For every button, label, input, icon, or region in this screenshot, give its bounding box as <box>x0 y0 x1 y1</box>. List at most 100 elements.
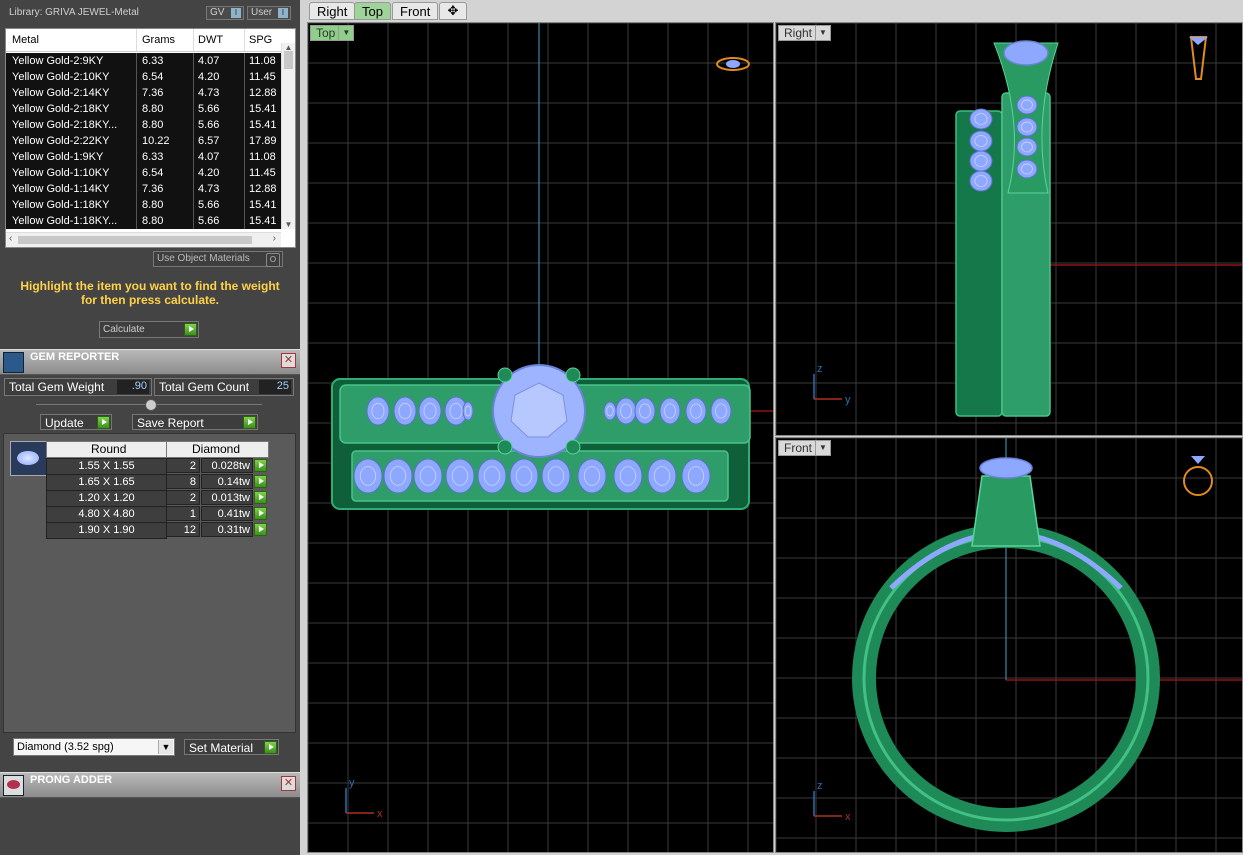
gv-toggle[interactable]: GV I <box>206 6 244 20</box>
table-row[interactable]: Yellow Gold-1:9KY 6.33 4.07 11.08 <box>6 149 281 165</box>
viewport-right[interactable]: zy Right ▼ <box>775 22 1243 436</box>
table-cell: 12.88 <box>249 183 277 195</box>
side-stone <box>1016 137 1038 157</box>
chevron-down-icon[interactable]: ▼ <box>338 26 353 40</box>
chevron-down-icon[interactable]: ▼ <box>158 740 173 754</box>
side-stone <box>418 396 442 426</box>
scroll-right-icon[interactable]: › <box>273 233 276 244</box>
gem-table: Round Diamond 1.55 X 1.55 2 0.028tw 1.65 X … <box>46 441 269 539</box>
table-cell: Yellow Gold-2:10KY <box>12 71 110 83</box>
header-dwt[interactable]: DWT <box>198 34 223 46</box>
gem-size: 1.90 X 1.90 <box>46 522 167 539</box>
gem-row-play-icon[interactable] <box>254 507 267 520</box>
save-report-button[interactable]: Save Report <box>132 414 258 430</box>
side-stone <box>969 150 993 172</box>
gem-row-play-icon[interactable] <box>254 491 267 504</box>
viewport-right-label[interactable]: Right ▼ <box>778 25 832 41</box>
material-select[interactable]: Diamond (3.52 spg) ▼ <box>13 738 175 756</box>
total-gem-weight: Total Gem Weight .90 <box>4 378 152 396</box>
prong-adder-icon <box>3 775 24 796</box>
scroll-left-icon[interactable]: ‹ <box>9 233 12 244</box>
set-material-play-icon <box>264 741 277 754</box>
save-report-label: Save Report <box>137 416 204 430</box>
gem-row-play-icon[interactable] <box>254 459 267 472</box>
chevron-down-icon[interactable]: ▼ <box>815 26 830 40</box>
gem-reporter-header[interactable]: GEM REPORTER ✕ <box>0 349 300 375</box>
hscroll-thumb[interactable] <box>18 236 252 244</box>
table-row[interactable]: Yellow Gold-2:18KY 8.80 5.66 15.41 <box>6 101 281 117</box>
side-stone <box>969 108 993 130</box>
round-diamond-icon[interactable] <box>10 441 48 476</box>
table-row[interactable]: Yellow Gold-1:18KY... 8.80 5.66 15.41 <box>6 213 281 229</box>
metal-table-vscroll[interactable]: ▲ ▼ <box>281 43 295 229</box>
table-cell: Yellow Gold-2:9KY <box>12 55 104 67</box>
table-row[interactable]: Yellow Gold-1:10KY 6.54 4.20 11.45 <box>6 165 281 181</box>
side-stone <box>615 397 637 425</box>
header-metal[interactable]: Metal <box>12 34 39 46</box>
viewport-top-label[interactable]: Top ▼ <box>310 25 355 41</box>
user-toggle[interactable]: User I <box>247 6 291 20</box>
side-stone <box>1016 117 1038 137</box>
table-row[interactable]: Yellow Gold-1:18KY 8.80 5.66 15.41 <box>6 197 281 213</box>
gem-row-play-icon[interactable] <box>254 523 267 536</box>
panel-slider-handle[interactable] <box>145 399 157 411</box>
front-view-canvas[interactable]: zx <box>776 438 1243 853</box>
prong-adder-header[interactable]: PRONG ADDER ✕ <box>0 772 300 798</box>
gem-row[interactable]: 1.55 X 1.55 2 0.028tw <box>46 458 269 475</box>
table-row[interactable]: Yellow Gold-2:9KY 6.33 4.07 11.08 <box>6 53 281 69</box>
close-icon[interactable]: ✕ <box>281 776 296 791</box>
prong <box>565 439 581 455</box>
viewport-top[interactable]: yx Top ▼ <box>307 22 774 853</box>
table-row[interactable]: Yellow Gold-2:22KY 10.22 6.57 17.89 <box>6 133 281 149</box>
table-row[interactable]: Yellow Gold-1:14KY 7.36 4.73 12.88 <box>6 181 281 197</box>
side-stone <box>366 396 390 426</box>
right-view-canvas[interactable]: zy <box>776 23 1243 436</box>
header-spg[interactable]: SPG <box>249 34 272 46</box>
add-tab-icon[interactable]: ✥ <box>439 2 467 20</box>
table-cell: Yellow Gold-1:18KY... <box>12 215 118 227</box>
user-toggle-knob: I <box>278 8 288 18</box>
gv-label: GV <box>210 7 225 18</box>
gem-row[interactable]: 1.90 X 1.90 12 0.31tw <box>46 522 269 539</box>
chevron-down-icon[interactable]: ▼ <box>815 441 830 455</box>
toggle-circle-icon: O <box>266 253 280 267</box>
tab-top[interactable]: Top <box>354 2 391 20</box>
scroll-down-icon[interactable]: ▼ <box>283 220 294 229</box>
metal-table-hscroll[interactable]: ‹ › <box>6 232 281 247</box>
set-material-button[interactable]: Set Material <box>184 739 279 755</box>
table-row[interactable]: Yellow Gold-2:10KY 6.54 4.20 11.45 <box>6 69 281 85</box>
gem-row[interactable]: 4.80 X 4.80 1 0.41tw <box>46 506 269 523</box>
table-row[interactable]: Yellow Gold-2:18KY... 8.80 5.66 15.41 <box>6 117 281 133</box>
table-cell: 4.20 <box>198 71 220 83</box>
viewport-front-label[interactable]: Front ▼ <box>778 440 832 456</box>
metal-table: Metal Grams DWT SPG Yellow Gold-2:9KY 6.3… <box>5 28 296 248</box>
update-button[interactable]: Update <box>40 414 112 430</box>
gem-row-play-icon[interactable] <box>254 475 267 488</box>
close-icon[interactable]: ✕ <box>281 353 296 368</box>
tab-right[interactable]: Right <box>309 2 356 20</box>
table-cell: 5.66 <box>198 199 220 211</box>
use-object-materials-toggle[interactable]: Use Object Materials O <box>153 251 283 267</box>
top-view-canvas[interactable]: yx <box>308 23 774 853</box>
header-round: Round <box>91 442 127 456</box>
table-cell: Yellow Gold-1:9KY <box>12 151 104 163</box>
metal-table-header: Metal Grams DWT SPG <box>6 29 281 52</box>
table-cell: Yellow Gold-2:18KY <box>12 103 110 115</box>
tab-front[interactable]: Front <box>392 2 439 20</box>
calculate-play-icon[interactable] <box>184 323 197 336</box>
header-diamond: Diamond <box>192 442 241 456</box>
table-row[interactable]: Yellow Gold-2:14KY 7.36 4.73 12.88 <box>6 85 281 101</box>
viewport-front[interactable]: zx Front ▼ <box>775 437 1243 853</box>
set-material-label: Set Material <box>189 741 254 755</box>
calculate-button[interactable]: Calculate <box>99 321 199 338</box>
table-cell: Yellow Gold-2:18KY... <box>12 119 118 131</box>
band-stone <box>541 458 571 494</box>
material-select-value: Diamond (3.52 spg) <box>17 741 114 753</box>
prong-adder-title: PRONG ADDER <box>30 774 113 786</box>
gem-row[interactable]: 1.20 X 1.20 2 0.013tw <box>46 490 269 507</box>
header-grams[interactable]: Grams <box>142 34 175 46</box>
gem-row[interactable]: 1.65 X 1.65 8 0.14tw <box>46 474 269 491</box>
left-panel: Library: GRIVA JEWEL-Metal GV I User I M… <box>0 0 301 855</box>
vscroll-thumb[interactable] <box>284 51 293 69</box>
table-cell: 17.89 <box>249 135 277 147</box>
